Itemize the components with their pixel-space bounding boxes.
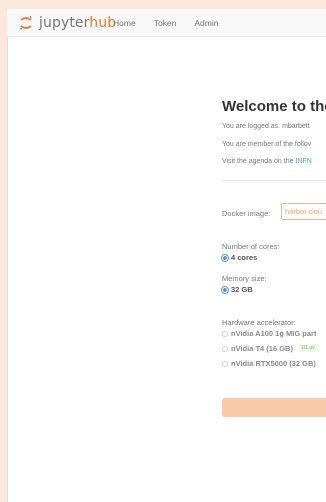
accelerator-option-label: nVidia T4 (16 GB) [231,344,293,353]
agenda-prefix: Visit the agenda on the [222,158,296,165]
page-title: Welcome to the [222,98,326,115]
accelerator-option-a100[interactable]: nVidia A100 1g MIG part [222,329,316,338]
cores-option-4[interactable]: 4 cores [222,253,257,262]
accelerator-option-t4[interactable]: nVidia T4 (16 GB) 1/1 av [222,344,317,353]
top-navbar: jupyterhub Home Token Admin [7,9,326,37]
page-frame: jupyterhub Home Token Admin Welcome to t… [0,0,326,502]
radio-unchecked-icon[interactable] [222,345,228,352]
group-membership-text: You are member of the follov [222,141,312,148]
divider [222,180,326,181]
nav-link-token[interactable]: Token [154,17,177,29]
radio-unchecked-icon[interactable] [222,360,228,367]
agenda-text: Visit the agenda on the INFN [222,158,312,165]
start-server-button[interactable] [222,398,326,417]
memory-label: Memory size: [222,274,267,283]
agenda-link[interactable]: INFN [295,158,311,165]
nav-link-admin[interactable]: Admin [194,17,218,29]
accelerator-label: Hardware accelerator: [222,318,296,327]
accelerator-option-label: nVidia RTX5000 (32 GB) [231,359,316,368]
jupyter-logo-icon [20,16,32,30]
page-sheet [7,9,326,502]
cores-option-label: 4 cores [231,253,258,262]
logged-in-text: You are logged as: mbarbett [222,123,310,130]
memory-option-label: 32 GB [231,285,253,294]
logo-text: jupyterhub [39,14,116,32]
docker-image-label: Docker image: [222,209,271,218]
logo-text-prefix: jupyter [39,15,90,31]
memory-option-32gb[interactable]: 32 GB [222,285,253,294]
jupyterhub-logo[interactable]: jupyterhub [19,14,116,32]
accelerator-option-rtx5000[interactable]: nVidia RTX5000 (32 GB) [222,359,316,368]
radio-unchecked-icon[interactable] [222,330,228,337]
cores-label: Number of cores: [222,242,280,251]
nav-link-home[interactable]: Home [113,17,136,29]
docker-image-input[interactable]: harbor.clou [281,203,326,220]
radio-checked-icon[interactable] [222,254,228,261]
availability-badge: 1/1 av [298,345,317,352]
radio-checked-icon[interactable] [222,286,228,293]
accelerator-option-label: nVidia A100 1g MIG part [231,329,317,338]
nav-links: Home Token Admin [113,17,236,29]
